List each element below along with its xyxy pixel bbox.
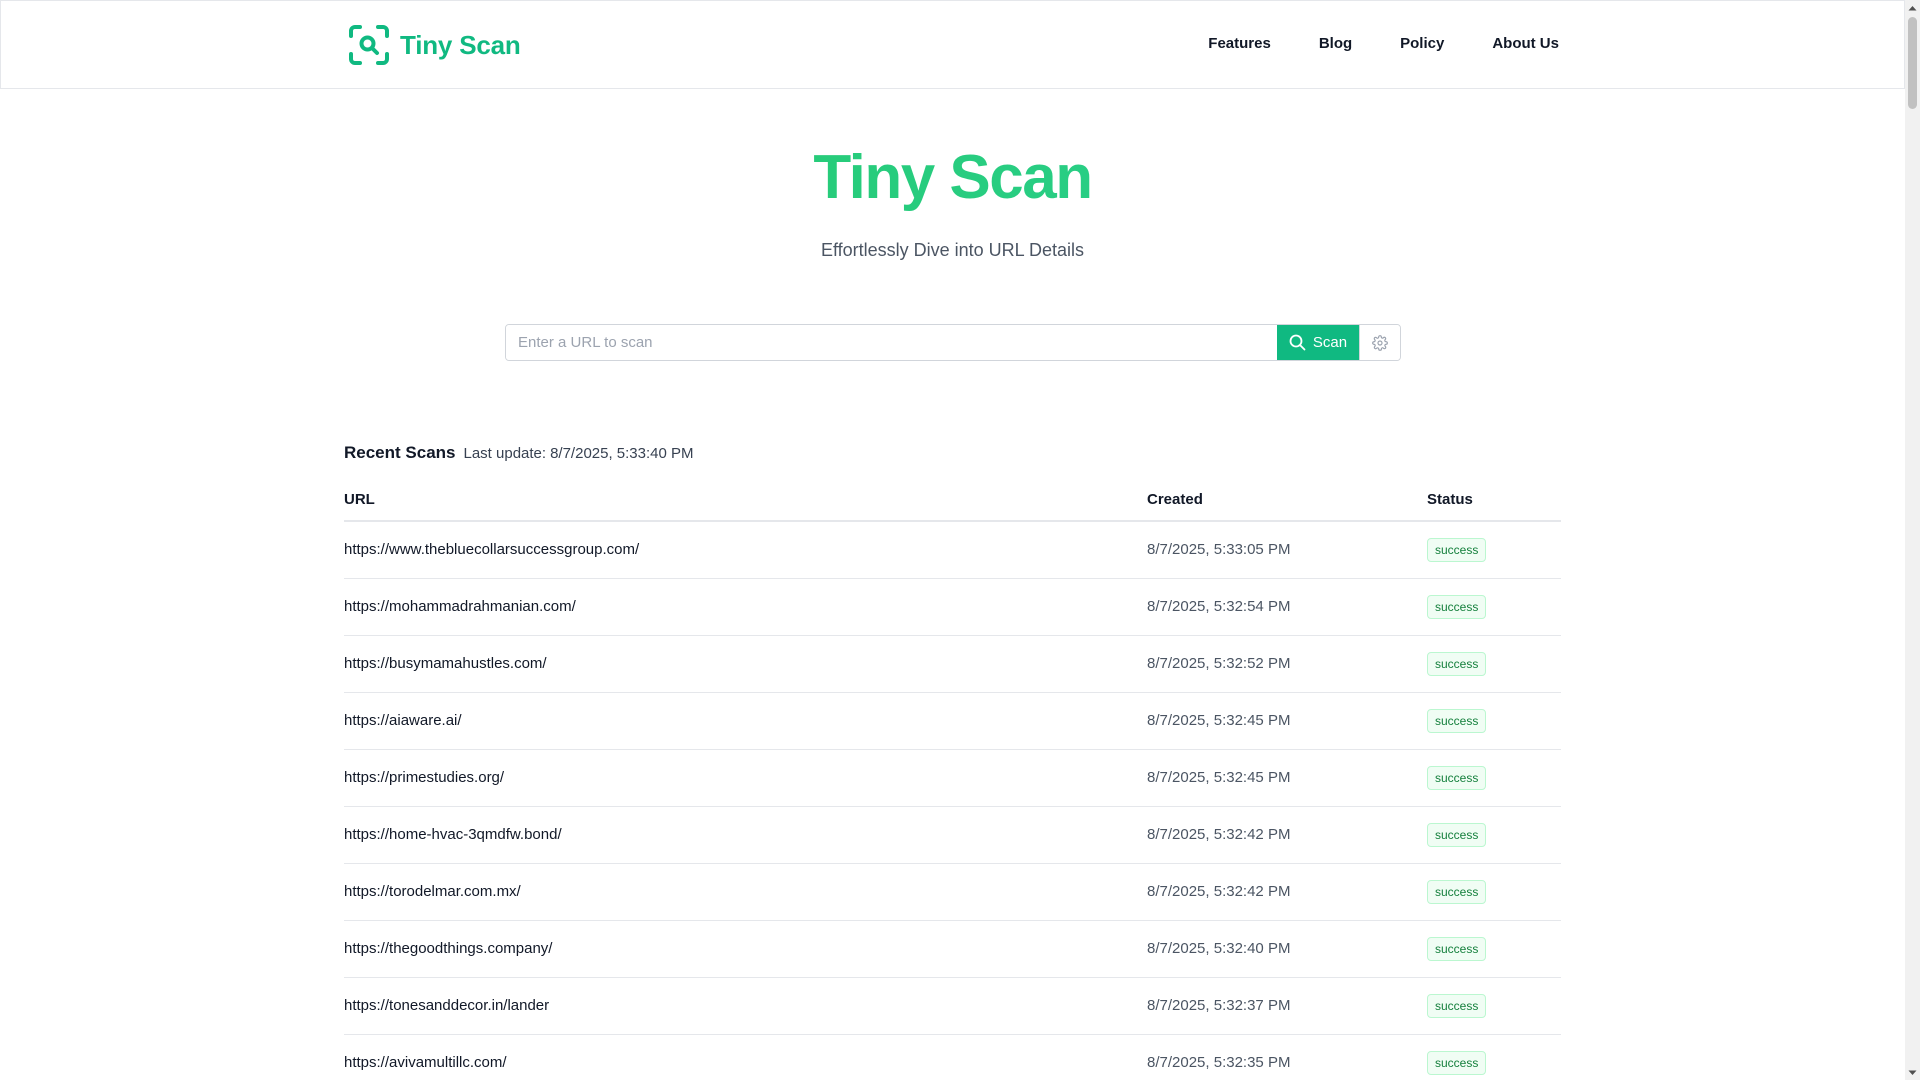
scan-url-link[interactable]: https://www.thebluecollarsuccessgroup.co… xyxy=(344,541,639,558)
search-icon xyxy=(1289,334,1306,351)
table-row: https://primestudies.org/ 8/7/2025, 5:32… xyxy=(344,749,1561,807)
scan-created: 8/7/2025, 5:32:35 PM xyxy=(1147,1034,1427,1080)
scan-form: Scan xyxy=(505,324,1401,361)
status-badge: success xyxy=(1427,936,1487,961)
recent-scans-table: URL Created Status https://www.theblueco… xyxy=(344,478,1561,1080)
scan-url-link[interactable]: https://thegoodthings.company/ xyxy=(344,940,552,957)
scan-url-link[interactable]: https://home-hvac-3qmdfw.bond/ xyxy=(344,826,562,843)
scan-created: 8/7/2025, 5:32:54 PM xyxy=(1147,578,1427,636)
brand-name: Tiny Scan xyxy=(400,29,521,60)
scan-search-icon xyxy=(349,25,389,65)
scroll-down-arrow-icon[interactable] xyxy=(1905,1065,1920,1080)
scan-url-link[interactable]: https://aiaware.ai/ xyxy=(344,712,462,729)
status-badge: success xyxy=(1427,765,1487,790)
column-header-created: Created xyxy=(1147,478,1427,522)
scan-created: 8/7/2025, 5:32:45 PM xyxy=(1147,692,1427,750)
table-row: https://avivamultillc.com/ 8/7/2025, 5:3… xyxy=(344,1034,1561,1080)
hero-title: Tiny Scan xyxy=(0,142,1905,213)
table-row: https://thegoodthings.company/ 8/7/2025,… xyxy=(344,920,1561,978)
table-row: https://mohammadrahmanian.com/ 8/7/2025,… xyxy=(344,578,1561,636)
scan-created: 8/7/2025, 5:33:05 PM xyxy=(1147,521,1427,579)
scrollbar-thumb[interactable] xyxy=(1908,17,1917,109)
vertical-scrollbar[interactable] xyxy=(1905,0,1920,1080)
scan-created: 8/7/2025, 5:32:37 PM xyxy=(1147,977,1427,1035)
site-header: Tiny Scan Features Blog Policy About Us xyxy=(0,0,1905,89)
table-row: https://busymamahustles.com/ 8/7/2025, 5… xyxy=(344,635,1561,693)
nav-about-us[interactable]: About Us xyxy=(1492,35,1559,52)
last-update-value: 8/7/2025, 5:33:40 PM xyxy=(550,445,694,462)
status-badge: success xyxy=(1427,993,1487,1018)
scan-settings-button[interactable] xyxy=(1359,325,1400,360)
status-badge: success xyxy=(1427,822,1487,847)
brand-logo-link[interactable]: Tiny Scan xyxy=(348,24,521,66)
url-input[interactable] xyxy=(506,325,1277,360)
status-badge: success xyxy=(1427,1050,1487,1075)
recent-scans-header: Recent Scans Last update: 8/7/2025, 5:33:… xyxy=(344,443,694,463)
table-header-row: URL Created Status xyxy=(344,478,1561,522)
scan-button[interactable]: Scan xyxy=(1277,325,1359,360)
nav-features[interactable]: Features xyxy=(1208,35,1271,52)
gear-icon xyxy=(1372,334,1388,351)
hero-subtitle: Effortlessly Dive into URL Details xyxy=(820,240,1085,260)
status-badge: success xyxy=(1427,537,1487,562)
status-badge: success xyxy=(1427,708,1487,733)
scan-created: 8/7/2025, 5:32:42 PM xyxy=(1147,863,1427,921)
scan-url-link[interactable]: https://avivamultillc.com/ xyxy=(344,1054,507,1071)
table-row: https://aiaware.ai/ 8/7/2025, 5:32:45 PM… xyxy=(344,692,1561,750)
table-row: https://torodelmar.com.mx/ 8/7/2025, 5:3… xyxy=(344,863,1561,921)
column-header-status: Status xyxy=(1427,478,1561,522)
scan-button-label: Scan xyxy=(1312,334,1348,351)
recent-scans-title: Recent Scans xyxy=(344,443,456,462)
scan-created: 8/7/2025, 5:32:45 PM xyxy=(1147,749,1427,807)
column-header-url: URL xyxy=(344,478,1147,522)
scan-url-link[interactable]: https://torodelmar.com.mx/ xyxy=(344,883,521,900)
last-update-label: Last update: xyxy=(463,445,547,462)
scan-url-link[interactable]: https://tonesanddecor.in/lander xyxy=(344,997,549,1014)
scan-created: 8/7/2025, 5:32:42 PM xyxy=(1147,806,1427,864)
scan-url-link[interactable]: https://mohammadrahmanian.com/ xyxy=(344,598,576,615)
table-row: https://home-hvac-3qmdfw.bond/ 8/7/2025,… xyxy=(344,806,1561,864)
nav-policy[interactable]: Policy xyxy=(1400,35,1444,52)
scan-url-link[interactable]: https://busymamahustles.com/ xyxy=(344,655,547,672)
last-update: Last update: 8/7/2025, 5:33:40 PM xyxy=(464,445,694,462)
scan-url-link[interactable]: https://primestudies.org/ xyxy=(344,769,504,786)
status-badge: success xyxy=(1427,879,1487,904)
nav-blog[interactable]: Blog xyxy=(1319,35,1352,52)
scan-created: 8/7/2025, 5:32:52 PM xyxy=(1147,635,1427,693)
table-row: https://www.thebluecollarsuccessgroup.co… xyxy=(344,521,1561,579)
scroll-up-arrow-icon[interactable] xyxy=(1905,0,1920,15)
table-row: https://tonesanddecor.in/lander 8/7/2025… xyxy=(344,977,1561,1035)
status-badge: success xyxy=(1427,594,1487,619)
status-badge: success xyxy=(1427,651,1487,676)
scan-created: 8/7/2025, 5:32:40 PM xyxy=(1147,920,1427,978)
page: Tiny Scan Features Blog Policy About Us … xyxy=(0,0,1905,1080)
main-nav: Features Blog Policy About Us xyxy=(1208,35,1559,52)
